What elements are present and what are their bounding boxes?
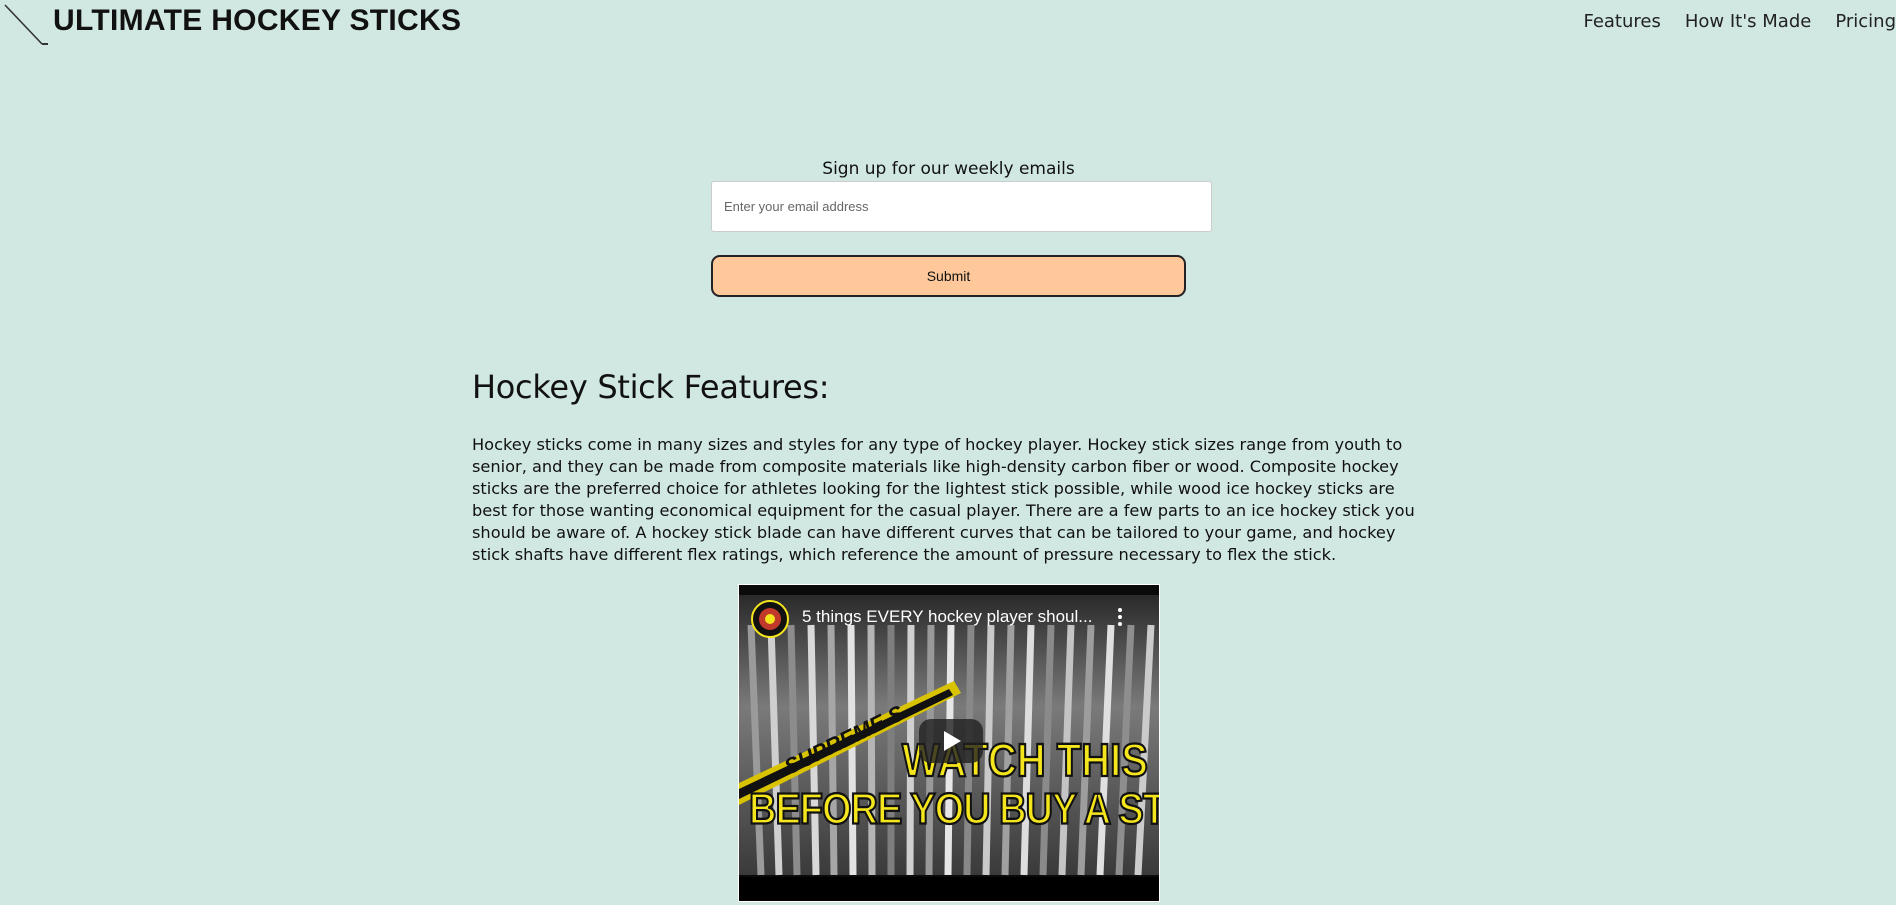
nav-link-features[interactable]: Features bbox=[1583, 11, 1660, 32]
features-heading: Hockey Stick Features: bbox=[472, 368, 830, 406]
hockey-stick-icon bbox=[4, 4, 48, 45]
more-options-icon[interactable] bbox=[1115, 607, 1125, 627]
email-input[interactable] bbox=[711, 181, 1212, 232]
video-title[interactable]: 5 things EVERY hockey player shoul... bbox=[802, 607, 1092, 627]
thumbnail-headline-2: BEFORE YOU BUY A STICK bbox=[748, 785, 1159, 836]
features-description: Hockey sticks come in many sizes and sty… bbox=[472, 435, 1415, 564]
submit-button[interactable]: Submit bbox=[711, 255, 1186, 297]
site-title[interactable]: ULTIMATE HOCKEY STICKS bbox=[53, 4, 461, 38]
signup-label: Sign up for our weekly emails bbox=[822, 159, 1075, 179]
video-embed[interactable]: SUPREME S WATCH THIS BEFORE YOU BUY A ST… bbox=[738, 584, 1160, 902]
site-header: ULTIMATE HOCKEY STICKS Features How It's… bbox=[0, 0, 1896, 60]
main-nav: Features How It's Made Pricing bbox=[1559, 11, 1896, 32]
channel-avatar-icon[interactable] bbox=[751, 600, 789, 638]
nav-link-pricing[interactable]: Pricing bbox=[1835, 11, 1896, 32]
nav-link-how-its-made[interactable]: How It's Made bbox=[1685, 11, 1811, 32]
play-icon[interactable] bbox=[919, 719, 983, 763]
